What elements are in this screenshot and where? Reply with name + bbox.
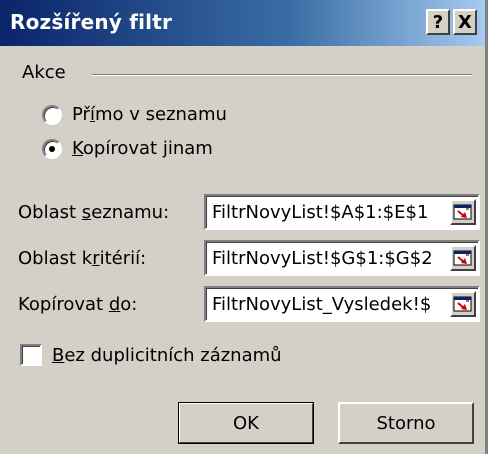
radio-copy-elsewhere-button[interactable] bbox=[42, 138, 62, 159]
list-range-field[interactable]: FiltrNovyList!$A$1:$E$1 bbox=[204, 194, 480, 230]
title-bar[interactable]: Rozšířený filtr ? X bbox=[0, 0, 485, 46]
radio-in-place-button[interactable] bbox=[42, 104, 62, 125]
help-button[interactable]: ? bbox=[426, 9, 450, 35]
copy-to-field[interactable]: FiltrNovyList_Vysledek!$ bbox=[204, 286, 480, 322]
radio-copy-elsewhere[interactable]: Kopírovat jinam bbox=[42, 138, 213, 159]
criteria-range-selector-button[interactable] bbox=[450, 245, 476, 271]
radio-in-place-label: Přímo v seznamu bbox=[72, 104, 227, 125]
close-icon: X bbox=[458, 11, 472, 33]
radio-copy-elsewhere-label: Kopírovat jinam bbox=[72, 138, 213, 159]
unique-records-label: Bez duplicitních záznamů bbox=[52, 344, 282, 366]
copy-to-selector-button[interactable] bbox=[450, 291, 476, 317]
copy-to-label: Kopírovat do: bbox=[18, 294, 138, 315]
criteria-range-field[interactable]: FiltrNovyList!$G$1:$G$2 bbox=[204, 240, 480, 276]
cancel-button[interactable]: Storno bbox=[338, 402, 474, 444]
radio-in-place[interactable]: Přímo v seznamu bbox=[42, 104, 227, 125]
range-selector-icon bbox=[453, 204, 472, 220]
radio-selected-dot bbox=[49, 145, 55, 152]
criteria-range-value: FiltrNovyList!$G$1:$G$2 bbox=[212, 248, 433, 269]
group-divider bbox=[92, 74, 472, 76]
advanced-filter-dialog: Rozšířený filtr ? X Akce Přímo v seznamu… bbox=[0, 0, 488, 454]
list-range-label: Oblast seznamu: bbox=[18, 202, 170, 223]
list-range-selector-button[interactable] bbox=[450, 199, 476, 225]
criteria-range-label: Oblast kritérií: bbox=[18, 248, 147, 269]
range-selector-icon bbox=[453, 250, 472, 266]
unique-records-option[interactable]: Bez duplicitních záznamů bbox=[20, 344, 282, 366]
range-selector-icon bbox=[453, 296, 472, 312]
unique-records-checkbox[interactable] bbox=[20, 344, 42, 366]
copy-to-value: FiltrNovyList_Vysledek!$ bbox=[212, 294, 432, 315]
list-range-value: FiltrNovyList!$A$1:$E$1 bbox=[212, 202, 429, 223]
help-icon: ? bbox=[432, 11, 444, 33]
ok-button[interactable]: OK bbox=[178, 402, 314, 444]
dialog-title: Rozšířený filtr bbox=[10, 10, 173, 34]
close-button[interactable]: X bbox=[453, 9, 477, 35]
action-group-label: Akce bbox=[22, 62, 66, 83]
